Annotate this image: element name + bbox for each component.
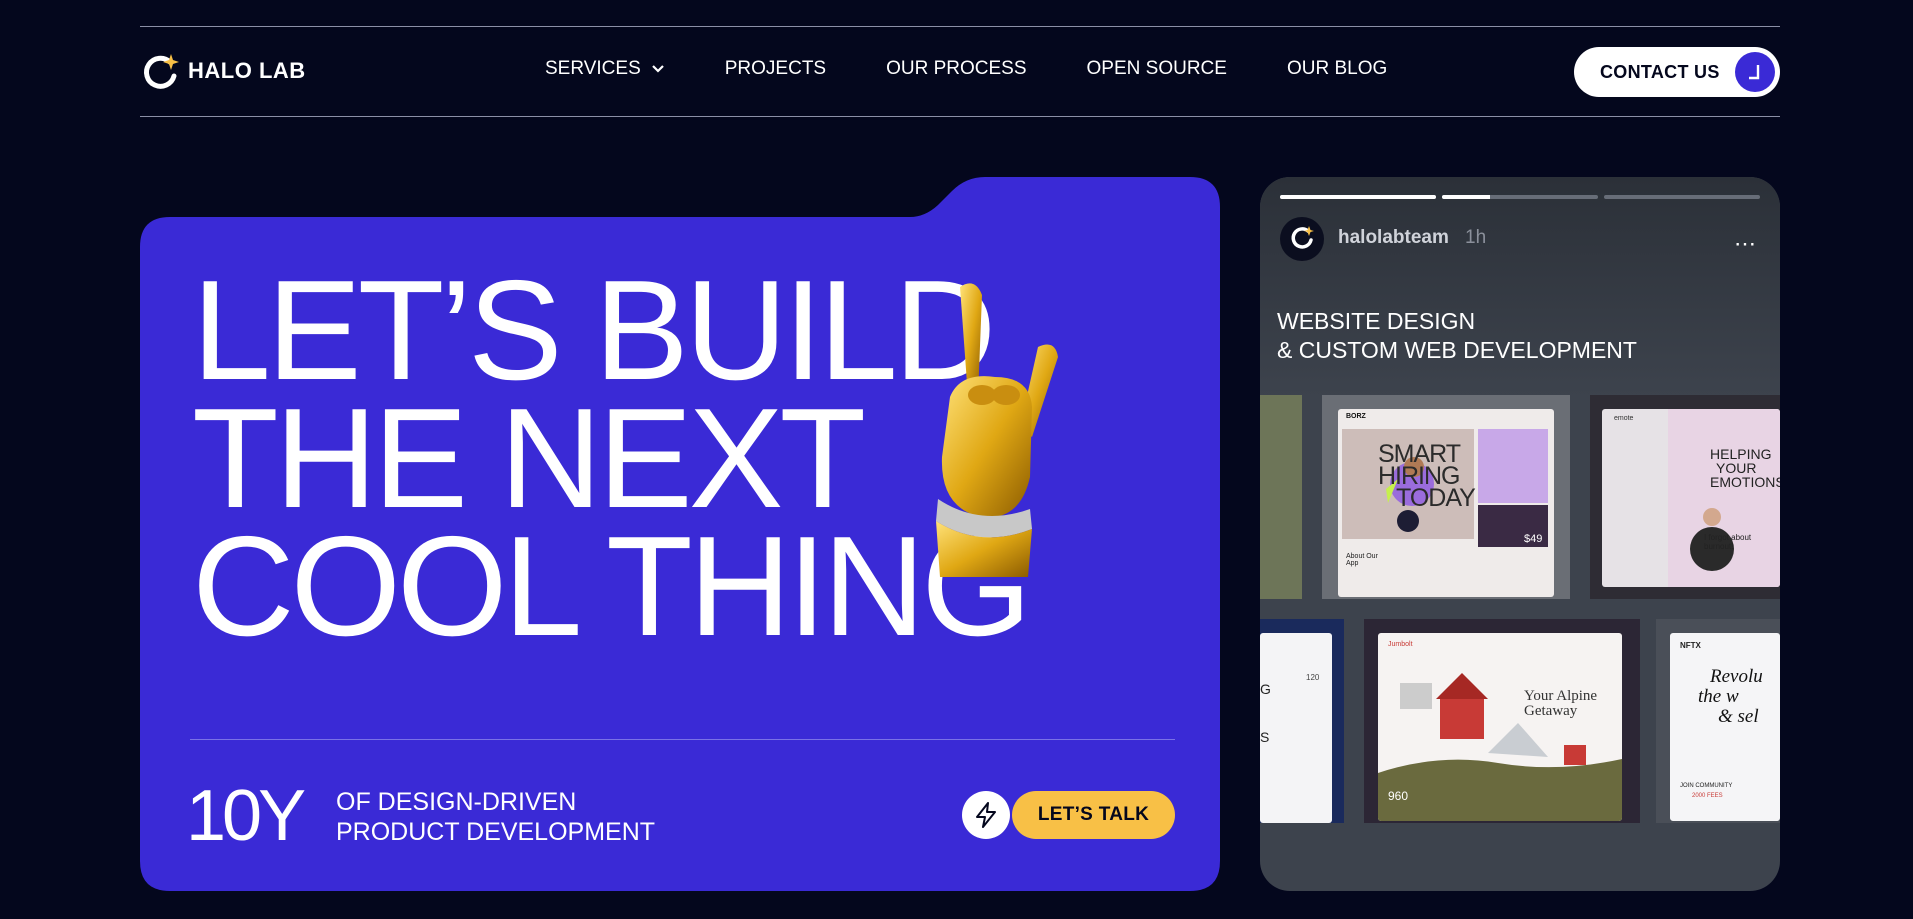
nav-our-process[interactable]: OUR PROCESS — [886, 58, 1026, 80]
nav-open-source[interactable]: OPEN SOURCE — [1087, 58, 1227, 80]
logo[interactable]: HALO LAB — [140, 52, 306, 90]
emotions-brand: emote — [1614, 415, 1634, 422]
emotions-headline: HELPING YOUR EMOTIONS — [1710, 447, 1780, 489]
contact-icon — [1735, 52, 1775, 92]
nav-open-source-label: OPEN SOURCE — [1086, 58, 1227, 79]
nftx-screenshot: NFTX Revolu the w & sel JOIN COMMUNITY 2… — [1670, 633, 1780, 821]
story-title-line-2: & CUSTOM WEB DEVELOPMENT — [1277, 337, 1637, 363]
lets-talk-button[interactable]: LET’S TALK — [1012, 791, 1175, 839]
smart-hiring-about: About Our App — [1346, 553, 1378, 567]
hero-divider — [190, 739, 1175, 740]
story-title-line-1: WEBSITE DESIGN — [1277, 308, 1476, 334]
instagram-story-card[interactable]: halolabteam 1h ⋯ WEBSITE DESIGN & CUSTOM… — [1260, 177, 1780, 891]
story-title: WEBSITE DESIGN & CUSTOM WEB DEVELOPMENT — [1277, 307, 1637, 365]
tagline-line-1: OF DESIGN-DRIVEN — [336, 788, 577, 816]
nftx-line-1: Revolu — [1710, 666, 1763, 687]
headline-line-2: THE NEXT — [192, 379, 866, 538]
nav-our-blog[interactable]: OUR BLOG — [1287, 58, 1387, 80]
alpine-headline: Your Alpine Getaway — [1524, 688, 1598, 719]
emotions-line-1: HELPING — [1710, 446, 1772, 462]
lightning-icon[interactable] — [962, 791, 1010, 839]
header-bottom-rule — [140, 116, 1780, 117]
progress-fill-1 — [1280, 195, 1436, 199]
alpine-getaway-screenshot: Jumbolt Your Alpine Getaway 960 — [1378, 633, 1622, 821]
emotions-quote: I forgot about burnout! — [1704, 533, 1752, 551]
nftx-line-3: & sel — [1718, 706, 1759, 727]
nav-our-process-label: OUR PROCESS — [886, 58, 1027, 79]
partial-left-screenshot: G S 120 — [1260, 633, 1332, 823]
nav-projects-label: PROJECTS — [724, 58, 827, 79]
avatar[interactable] — [1280, 217, 1324, 261]
smart-hiring-headline: SMART HIRING TODAY — [1378, 442, 1476, 512]
partial-left-g: G — [1260, 681, 1271, 697]
main-nav: SERVICES PROJECTS OUR PROCESS OPEN SOURC… — [545, 58, 1387, 80]
emotions-line-3: EMOTIONS — [1710, 474, 1780, 490]
nftx-line-2: the w — [1698, 686, 1739, 707]
hero-headline: LET’S BUILD THE NEXT COOL THING — [192, 251, 1032, 666]
nftx-price: 2000 FEES — [1692, 793, 1723, 799]
smart-hiring-line-3: TODAY — [1396, 484, 1476, 512]
nftx-cta: JOIN COMMUNITY — [1680, 783, 1733, 789]
hero-card: LET’S BUILD THE NEXT COOL THING 10Y OF D… — [140, 177, 1220, 891]
nav-services[interactable]: SERVICES — [545, 58, 665, 80]
alpine-stat: 960 — [1388, 789, 1409, 803]
nftx-brand: NFTX — [1680, 641, 1701, 650]
halo-logo-icon — [140, 52, 179, 90]
chevron-down-icon — [651, 65, 664, 73]
contact-us-button[interactable]: CONTACT US — [1574, 47, 1780, 97]
story-username[interactable]: halolabteam — [1338, 227, 1449, 249]
hero-tagline: OF DESIGN-DRIVEN PRODUCT DEVELOPMENT — [336, 787, 655, 847]
story-progress-bar — [1442, 195, 1598, 199]
nav-projects[interactable]: PROJECTS — [725, 58, 826, 80]
header-top-rule — [140, 26, 1780, 27]
partial-left-s: S — [1260, 729, 1270, 745]
progress-fill-2 — [1442, 195, 1491, 199]
emotions-screenshot: emote HELPING YOUR EMOTIONS I forgot abo… — [1602, 409, 1780, 587]
rock-hand-icon — [936, 283, 1058, 577]
emotions-line-2: YOUR — [1716, 460, 1757, 476]
tagline-line-2: PRODUCT DEVELOPMENT — [336, 818, 656, 846]
nftx-headline: Revolu the w & sel — [1698, 667, 1763, 727]
headline-line-1: LET’S BUILD — [192, 251, 996, 410]
story-progress — [1280, 195, 1760, 199]
story-time: 1h — [1465, 227, 1487, 248]
headline-line-3: COOL THING — [192, 507, 1032, 666]
partial-left-badge: 120 — [1306, 673, 1320, 682]
years-stat: 10Y — [186, 776, 306, 856]
shot-frame — [1260, 395, 1302, 599]
more-options-icon[interactable]: ⋯ — [1734, 231, 1758, 257]
story-progress-bar — [1280, 195, 1436, 199]
halo-avatar-icon — [1291, 226, 1314, 249]
logo-text: HALO LAB — [188, 58, 306, 83]
smart-hiring-price: $49 — [1524, 533, 1543, 545]
nav-services-label: SERVICES — [545, 58, 641, 79]
story-progress-bar — [1604, 195, 1760, 199]
alpine-brand: Jumbolt — [1388, 641, 1413, 648]
nav-our-blog-label: OUR BLOG — [1286, 58, 1388, 79]
smart-hiring-screenshot: BORZ SMART HIRING TODAY About Our App $4… — [1338, 409, 1554, 597]
contact-us-label: CONTACT US — [1600, 61, 1720, 82]
smart-hiring-brand: BORZ — [1346, 413, 1366, 420]
